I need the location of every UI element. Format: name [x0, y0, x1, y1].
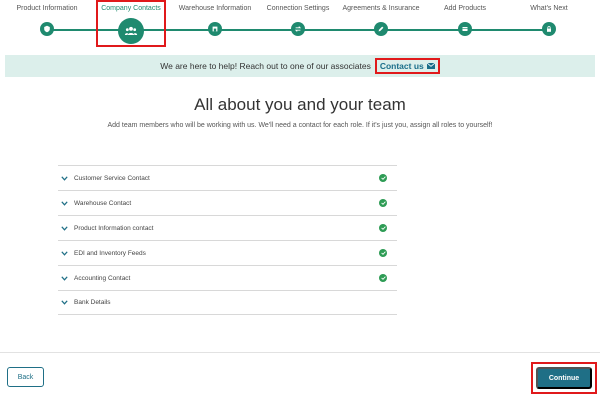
chevron-down-icon [60, 249, 68, 257]
step-product-information[interactable]: Product Information [2, 0, 92, 36]
lock-icon [542, 22, 556, 36]
check-circle-icon [379, 174, 387, 182]
accordion-item-customer-service-contact[interactable]: Customer Service Contact [58, 165, 397, 190]
footer-divider [0, 352, 600, 353]
step-label: Warehouse Information [178, 5, 252, 12]
check-circle-icon [379, 249, 387, 257]
chevron-down-icon [60, 299, 68, 307]
chevron-down-icon [60, 224, 68, 232]
back-button[interactable]: Back [7, 367, 44, 387]
step-agreements-insurance[interactable]: Agreements & Insurance [336, 0, 426, 36]
step-label: Connection Settings [266, 5, 330, 12]
shield-icon [40, 22, 54, 36]
check-circle-icon [379, 274, 387, 282]
help-banner: We are here to help! Reach out to one of… [5, 55, 595, 77]
step-label: Add Products [443, 5, 487, 12]
help-banner-text: We are here to help! Reach out to one of… [160, 61, 371, 71]
accordion-item-label: Warehouse Contact [74, 199, 132, 207]
step-whats-next[interactable]: What's Next [504, 0, 594, 36]
box-icon [458, 22, 472, 36]
check-circle-icon [379, 224, 387, 232]
pencil-icon [374, 22, 388, 36]
accordion-item-product-information-contact[interactable]: Product Information contact [58, 215, 397, 240]
accordion-item-edi-inventory-feeds[interactable]: EDI and Inventory Feeds [58, 240, 397, 265]
accordion-item-bank-details[interactable]: Bank Details [58, 290, 397, 315]
chevron-down-icon [60, 199, 68, 207]
active-step-highlight [96, 0, 166, 47]
chevron-down-icon [60, 274, 68, 282]
step-add-products[interactable]: Add Products [420, 0, 510, 36]
warehouse-icon [208, 22, 222, 36]
step-label: Product Information [16, 5, 78, 12]
continue-button[interactable]: Continue [536, 367, 592, 389]
accordion-item-label: EDI and Inventory Feeds [74, 249, 146, 257]
accordion-item-label: Customer Service Contact [74, 174, 150, 182]
check-circle-icon [379, 199, 387, 207]
accordion-item-label: Accounting Contact [74, 274, 131, 282]
chevron-down-icon [60, 174, 68, 182]
accordion-item-label: Bank Details [74, 299, 111, 306]
step-connection-settings[interactable]: Connection Settings [253, 0, 343, 36]
swap-icon [291, 22, 305, 36]
step-label: What's Next [530, 5, 568, 12]
contact-us-link[interactable]: Contact us [374, 58, 440, 74]
step-label: Agreements & Insurance [342, 5, 420, 12]
accordion-item-warehouse-contact[interactable]: Warehouse Contact [58, 190, 397, 215]
accordion-item-label: Product Information contact [74, 224, 154, 232]
page-subtitle: Add team members who will be working wit… [107, 122, 493, 129]
accordion-item-accounting-contact[interactable]: Accounting Contact [58, 265, 397, 290]
progress-stepper: Product Information Company Contacts War… [0, 0, 600, 52]
step-warehouse-information[interactable]: Warehouse Information [170, 0, 260, 36]
contacts-accordion: Customer Service Contact Warehouse Conta… [58, 165, 397, 315]
page-title: All about you and your team [194, 95, 406, 114]
mail-icon [426, 61, 436, 71]
continue-button-highlight: Continue [531, 362, 597, 394]
contact-us-label: Contact us [379, 61, 424, 71]
